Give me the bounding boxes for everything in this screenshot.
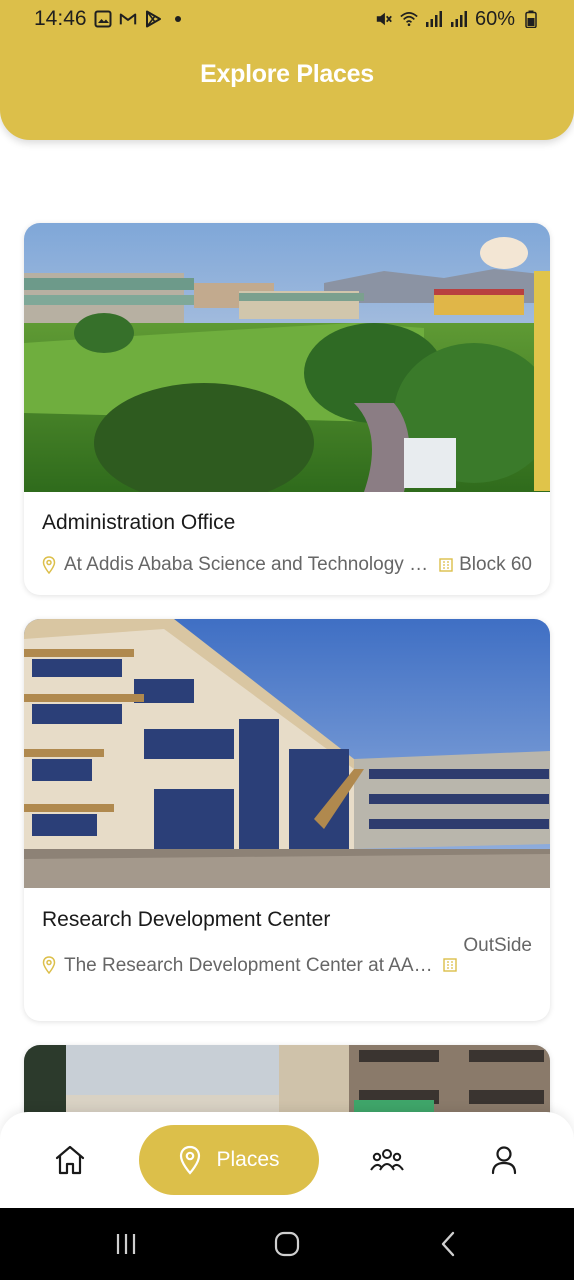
- location-pin-icon: [42, 556, 56, 574]
- status-bar: 14:46 60%: [0, 0, 574, 38]
- place-address: At Addis Ababa Science and Technology Un…: [64, 554, 432, 575]
- nav-home[interactable]: [40, 1112, 100, 1208]
- location-pin-icon: [180, 1145, 201, 1175]
- place-title: Administration Office: [42, 511, 236, 534]
- page-title: Explore Places: [200, 60, 374, 88]
- nav-community[interactable]: [357, 1112, 417, 1208]
- location-pin-icon: [42, 956, 56, 974]
- home-circle-icon: [274, 1231, 300, 1257]
- nav-places-label: Places: [216, 1148, 280, 1171]
- gallery-icon: [94, 10, 112, 28]
- place-location: OutSide: [463, 935, 532, 956]
- place-address: The Research Development Center at AASTU: [64, 955, 436, 976]
- back-icon: [441, 1231, 455, 1257]
- mute-icon: [375, 10, 393, 28]
- home-icon: [55, 1145, 85, 1175]
- user-icon: [491, 1146, 517, 1175]
- notification-dot: [174, 16, 181, 22]
- signal-icon: [450, 10, 468, 28]
- home-button[interactable]: [247, 1208, 327, 1280]
- place-card[interactable]: Research Development Center The Research…: [24, 619, 550, 1021]
- bottom-nav: Places: [0, 1112, 574, 1208]
- nav-places[interactable]: Places: [139, 1125, 319, 1195]
- nav-profile[interactable]: [474, 1112, 534, 1208]
- gmail-icon: [119, 10, 137, 28]
- signal-icon: [425, 10, 443, 28]
- place-location: Block 60: [459, 554, 532, 575]
- building-icon: [439, 558, 453, 572]
- wifi-icon: [400, 10, 418, 28]
- battery-percent: 60%: [474, 7, 515, 30]
- recents-icon: [116, 1234, 136, 1254]
- recents-button[interactable]: [86, 1208, 166, 1280]
- play-store-icon: [144, 10, 162, 28]
- place-card[interactable]: Administration Office At Addis Ababa Sci…: [24, 223, 550, 595]
- app-header: 14:46 60% Explore Places: [0, 0, 574, 140]
- back-button[interactable]: [408, 1208, 488, 1280]
- group-icon: [370, 1149, 404, 1171]
- system-nav-bar: [0, 1208, 574, 1280]
- building-icon: [443, 958, 458, 972]
- place-title: Research Development Center: [42, 908, 331, 931]
- place-image: [24, 619, 550, 888]
- status-time: 14:46: [34, 7, 87, 30]
- battery-icon: [522, 10, 540, 28]
- place-meta: The Research Development Center at AASTU…: [42, 935, 532, 977]
- place-meta: At Addis Ababa Science and Technology Un…: [42, 554, 532, 576]
- place-image: [24, 223, 550, 492]
